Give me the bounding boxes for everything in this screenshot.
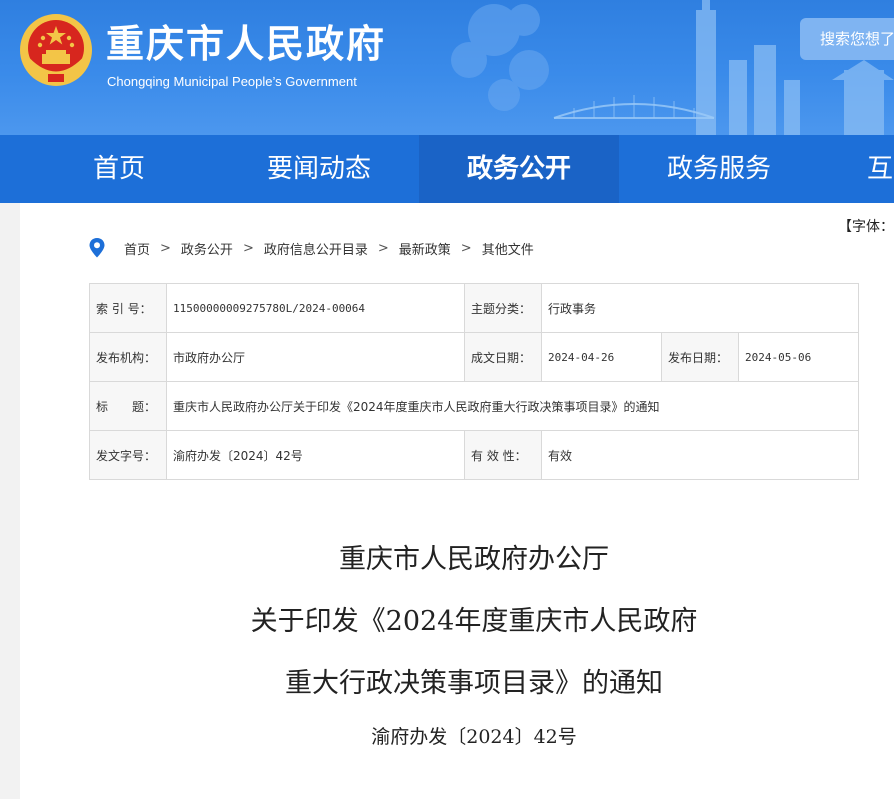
index-value: 11500000009275780L/2024-00064 [166,283,465,333]
breadcrumb-gov-affairs-open[interactable]: 政务公开 [181,239,233,258]
nav-item-gov-affairs-open[interactable]: 政务公开 [419,135,619,203]
written-date-label: 成文日期： [464,332,542,382]
written-date-value: 2024-04-26 [541,332,662,382]
validity-label: 有 效 性： [464,430,542,480]
issuer-value: 市政府办公厅 [166,332,465,382]
title-label: 标 题： [89,381,167,431]
nav-item-gov-services[interactable]: 政务服务 [619,135,819,203]
breadcrumb-latest-policy[interactable]: 最新政策 [399,239,451,258]
font-size-control[interactable]: 【字体： [838,216,894,236]
breadcrumb-separator: > [460,240,472,256]
breadcrumb-other-documents[interactable]: 其他文件 [482,239,534,258]
validity-value: 有效 [541,430,859,480]
breadcrumb-home[interactable]: 首页 [124,239,150,258]
table-row: 发文字号： 渝府办发〔2024〕42号 有 效 性： 有效 [89,430,859,480]
breadcrumb-separator: > [160,240,171,256]
table-row: 索 引 号： 11500000009275780L/2024-00064 主题分… [89,283,859,333]
document-number: 渝府办发〔2024〕42号 [371,726,577,748]
topic-label: 主题分类： [464,283,542,333]
published-date-label: 发布日期： [661,332,739,382]
nav-item-interaction[interactable]: 互 [819,135,894,203]
location-pin-icon [89,238,105,258]
doc-number-value: 渝府办发〔2024〕42号 [166,430,465,480]
search-input[interactable]: 搜索您想了 [800,18,894,60]
issuer-label: 发布机构： [89,332,167,382]
published-date-value: 2024-05-06 [738,332,859,382]
main-nav: 首页 要闻动态 政务公开 政务服务 互 [0,135,894,203]
table-row: 发布机构： 市政府办公厅 成文日期： 2024-04-26 发布日期： 2024… [89,332,859,382]
document-info-table: 索 引 号： 11500000009275780L/2024-00064 主题分… [89,283,859,480]
breadcrumb: 首页 > 政务公开 > 政府信息公开目录 > 最新政策 > 其他文件 [88,236,534,260]
nav-item-news[interactable]: 要闻动态 [219,135,419,203]
site-title: 重庆市人民政府 [106,22,387,66]
document-title-line-2: 关于印发《2024年度重庆市人民政府 [250,606,698,637]
title-value: 重庆市人民政府办公厅关于印发《2024年度重庆市人民政府重大行政决策事项目录》的… [166,381,859,431]
breadcrumb-separator: > [377,240,389,256]
breadcrumb-info-catalog[interactable]: 政府信息公开目录 [264,239,368,258]
doc-number-label: 发文字号： [89,430,167,480]
national-emblem-icon [20,14,92,86]
document-title-line-3: 重大行政决策事项目录》的通知 [285,668,663,699]
document-title-line-1: 重庆市人民政府办公厅 [339,544,609,575]
site-header: 重庆市人民政府 Chongqing Municipal People’s Gov… [0,0,894,135]
breadcrumb-separator: > [242,240,254,256]
table-row: 标 题： 重庆市人民政府办公厅关于印发《2024年度重庆市人民政府重大行政决策事… [89,381,859,431]
index-label: 索 引 号： [89,283,167,333]
site-subtitle: Chongqing Municipal People’s Government [107,74,357,89]
nav-item-home[interactable]: 首页 [19,135,219,203]
topic-value: 行政事务 [541,283,859,333]
